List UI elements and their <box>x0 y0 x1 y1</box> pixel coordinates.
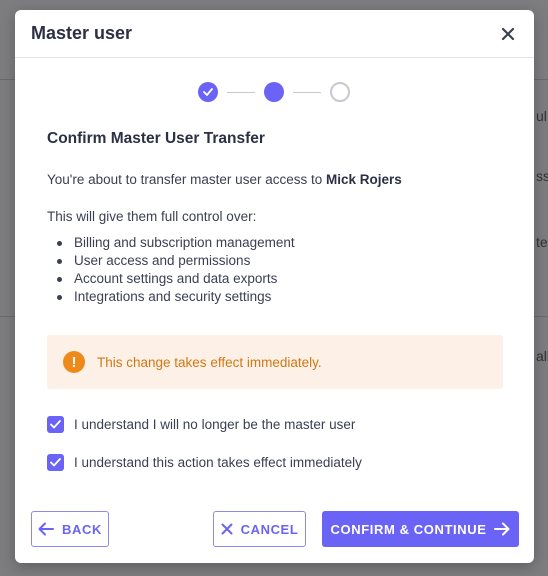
progress-stepper <box>198 82 350 102</box>
checkbox-checked[interactable] <box>47 416 64 433</box>
check-icon <box>50 458 61 467</box>
background-text: ss <box>536 168 548 184</box>
cancel-button[interactable]: CANCEL <box>213 511 306 547</box>
dialog-title: Master user <box>31 23 133 43</box>
permissions-list: Billing and subscription management User… <box>47 234 295 306</box>
background-text: te <box>536 234 548 250</box>
cancel-label: CANCEL <box>240 521 299 537</box>
confirm-not-master-checkbox-row[interactable]: I understand I will no longer be the mas… <box>47 416 355 433</box>
check-icon <box>203 88 213 96</box>
list-item: Integrations and security settings <box>47 288 295 306</box>
dialog-body: Confirm Master User Transfer You're abou… <box>47 130 503 471</box>
confirm-continue-button[interactable]: CONFIRM & CONTINUE <box>322 511 519 547</box>
back-button[interactable]: BACK <box>31 511 109 547</box>
close-button[interactable] <box>497 23 519 45</box>
section-title: Confirm Master User Transfer <box>47 130 265 147</box>
checkbox-checked[interactable] <box>47 454 64 471</box>
master-user-dialog: Master user Confirm Master User Transfer… <box>15 10 534 563</box>
background-text: all <box>536 348 548 364</box>
warning-banner: ! This change takes effect immediately. <box>47 335 503 389</box>
dialog-header: Master user <box>15 10 534 58</box>
list-item: Account settings and data exports <box>47 270 295 288</box>
arrow-left-icon <box>38 522 55 536</box>
close-icon <box>221 523 233 535</box>
arrow-right-icon <box>494 522 510 536</box>
background-text: ul <box>536 108 547 124</box>
step-2-active <box>264 82 284 102</box>
step-connector <box>293 91 321 93</box>
intro-text: You're about to transfer master user acc… <box>47 172 323 187</box>
list-item: Billing and subscription management <box>47 234 295 252</box>
close-icon <box>501 27 515 40</box>
confirm-label: CONFIRM & CONTINUE <box>330 521 487 537</box>
step-connector <box>227 91 255 93</box>
recipient-name: Mick Rojers <box>326 172 402 187</box>
checkbox-label: I understand this action takes effect im… <box>74 455 362 470</box>
checkbox-label: I understand I will no longer be the mas… <box>74 417 356 432</box>
step-1-complete <box>198 82 218 102</box>
control-intro: This will give them full control over: <box>47 209 257 224</box>
step-3-pending <box>330 82 350 102</box>
check-icon <box>50 420 61 429</box>
list-item: User access and permissions <box>47 252 295 270</box>
transfer-intro: You're about to transfer master user acc… <box>47 172 402 187</box>
exclamation-icon: ! <box>63 351 85 373</box>
back-label: BACK <box>62 521 102 537</box>
confirm-immediate-checkbox-row[interactable]: I understand this action takes effect im… <box>47 454 362 471</box>
warning-text: This change takes effect immediately. <box>97 354 322 370</box>
